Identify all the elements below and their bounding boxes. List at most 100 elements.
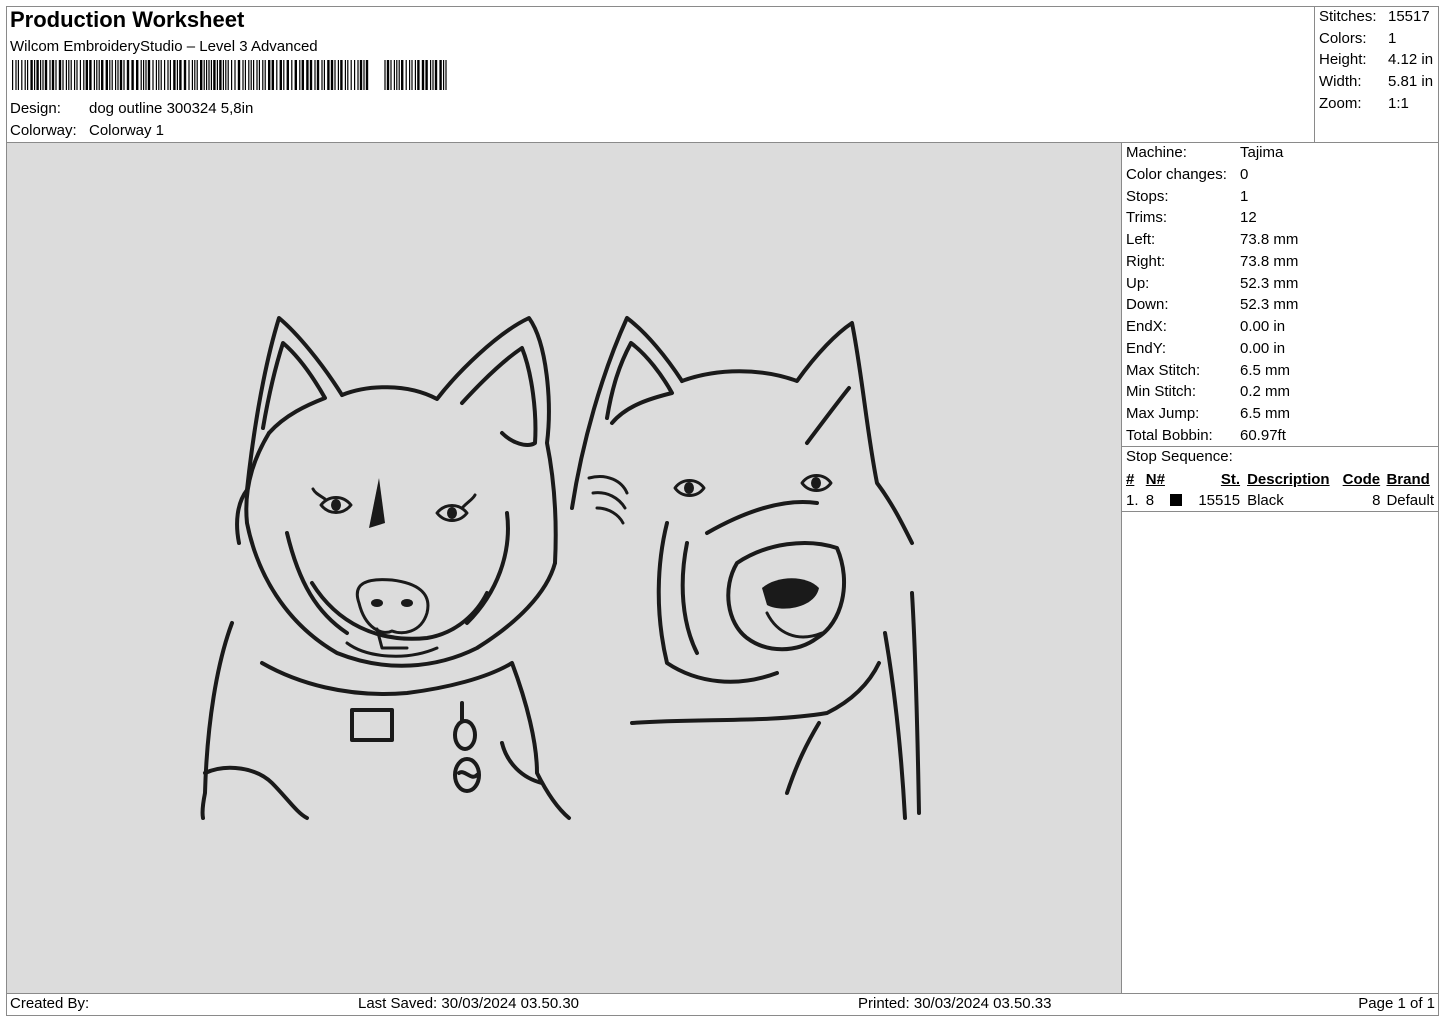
design-label: Design: — [10, 100, 61, 117]
barcode-bar — [158, 60, 160, 90]
husky-nose-stripe — [331, 478, 457, 607]
barcode-bar — [396, 60, 398, 90]
barcode-bar — [405, 60, 407, 90]
barcode-bar — [301, 60, 304, 90]
barcode-bar — [183, 60, 187, 90]
barcode-bar — [323, 60, 325, 90]
barcode-bar — [213, 60, 216, 90]
machine-info-row: EndX: 0.00 in — [1126, 317, 1438, 339]
barcode-bar — [55, 60, 57, 90]
barcode-bar — [12, 60, 14, 90]
barcode-bar — [58, 60, 62, 90]
machine-info-label: Min Stitch: — [1126, 383, 1197, 401]
machine-info-label: Down: — [1126, 296, 1169, 314]
barcode-bar — [234, 60, 236, 90]
barcode-bar — [398, 60, 400, 90]
machine-info-value: 12 — [1240, 209, 1257, 227]
barcode-bar — [250, 60, 252, 90]
machine-info-value: 0.00 in — [1240, 339, 1286, 357]
barcode-bar — [27, 60, 29, 90]
barcode-bar — [231, 60, 233, 90]
barcode-bar — [15, 60, 17, 90]
barcode-bar — [70, 60, 72, 90]
machine-info-row: Down: 52.3 mm — [1126, 295, 1438, 317]
summary-row-width: Width: 5.81 in — [1319, 73, 1434, 91]
stop-sequence-header-row: # N# St. Description Code Brand — [1126, 469, 1434, 490]
barcode-bar — [432, 60, 434, 90]
barcode-bar — [393, 60, 395, 90]
machine-info-value: 73.8 mm — [1240, 231, 1299, 248]
design-row: Design: dog outline 300324 5,8in — [10, 100, 253, 117]
barcode-bar — [359, 60, 363, 90]
summary-row-zoom: Zoom: 1:1 — [1319, 94, 1409, 112]
barcode-bar — [101, 60, 104, 90]
machine-info-row: Color changes: 0 — [1126, 165, 1438, 187]
barcode-bar — [309, 60, 313, 90]
barcode-bar — [74, 60, 76, 90]
page-title: Production Worksheet — [10, 7, 245, 32]
machine-info-row: Up: 52.3 mm — [1126, 274, 1438, 296]
barcode-bar — [140, 60, 142, 90]
barcode-bar — [264, 60, 266, 90]
printed-date: Printed: 30/03/2024 03.50.33 — [858, 995, 1052, 1012]
barcode-bar — [271, 60, 274, 90]
summary-row-colors: Colors: 1 — [1319, 29, 1397, 47]
row-code: 8 — [1372, 491, 1381, 509]
barcode-bar — [363, 60, 365, 90]
barcode-bar — [93, 60, 95, 90]
machine-info-row: Total Bobbin: 60.97ft — [1126, 426, 1438, 448]
page-number: Page 1 of 1 — [1358, 995, 1435, 1012]
second-dog-outline — [570, 316, 921, 820]
stop-sequence-divider-bottom — [1121, 511, 1439, 512]
barcode-bar — [164, 60, 166, 90]
design-summary: Stitches: 15517 Colors: 1 Height: 4.12 in W… — [1319, 6, 1439, 114]
barcode-bar — [49, 60, 51, 90]
machine-info-label: Stops: — [1126, 187, 1169, 205]
barcode-bar — [131, 60, 134, 90]
barcode-bar — [79, 60, 81, 90]
barcode-bar — [176, 60, 178, 90]
footer-divider — [6, 993, 1439, 994]
barcode-bar — [384, 60, 386, 90]
barcode-bar — [216, 60, 218, 90]
design-preview — [7, 143, 1121, 993]
machine-info-row: Min Stitch: 0.2 mm — [1126, 382, 1438, 404]
machine-info-value: 60.97ft — [1240, 426, 1286, 444]
col-num: # — [1126, 471, 1135, 488]
barcode-bar — [169, 60, 171, 90]
machine-info-label: Trims: — [1126, 209, 1168, 227]
barcode-bar — [203, 60, 205, 90]
barcode-bar — [253, 60, 255, 90]
barcode-bar — [340, 60, 343, 90]
barcode-bar — [227, 60, 229, 90]
barcode-bar — [42, 60, 44, 90]
barcode-bar — [365, 60, 369, 90]
machine-info-value: 1 — [1240, 187, 1249, 205]
barcode-bar — [268, 60, 271, 90]
machine-info-label: Left: — [1126, 231, 1156, 248]
barcode-bar — [321, 60, 323, 90]
machine-info-value: 52.3 mm — [1240, 296, 1299, 314]
col-code: Code — [1342, 471, 1381, 488]
second-dog-face-details — [587, 474, 833, 639]
machine-info-label: Color changes: — [1126, 165, 1227, 183]
machine-info-row: EndY: 0.00 in — [1126, 339, 1438, 361]
barcode-bar — [145, 60, 147, 90]
machine-info-value: 6.5 mm — [1240, 361, 1291, 379]
barcode-bar — [34, 60, 36, 90]
dog-outline-artwork — [200, 316, 921, 820]
barcode-bar — [256, 60, 258, 90]
summary-row-height: Height: 4.12 in — [1319, 51, 1434, 69]
barcode-bar — [242, 60, 244, 90]
barcode-bar — [126, 60, 130, 90]
barcode-bar — [40, 60, 42, 90]
barcode-bar — [179, 60, 182, 90]
husky-outline — [200, 316, 571, 820]
barcode-bar — [98, 60, 100, 90]
machine-info-row: Trims: 12 — [1126, 208, 1438, 230]
barcode-bar — [17, 60, 19, 90]
barcode-bar — [414, 60, 416, 90]
barcode-bar — [409, 60, 411, 90]
barcode-bar — [44, 60, 48, 90]
barcode-bar — [258, 60, 260, 90]
